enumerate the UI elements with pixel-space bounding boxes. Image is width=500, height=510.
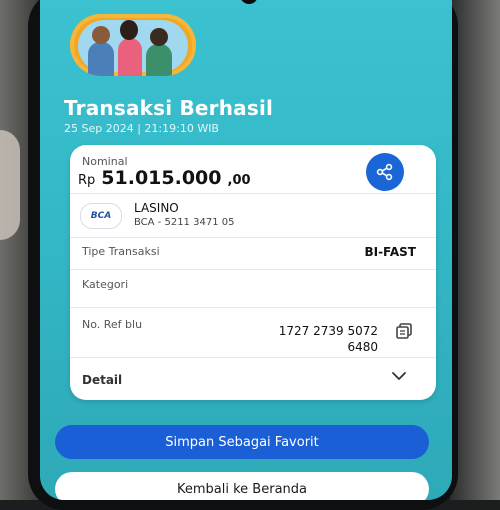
finger [0,130,20,240]
recipient-name: LASINO [134,201,179,215]
bank-logo: BCA [80,203,122,229]
illustration-person [146,44,172,76]
tipe-transaksi-value: BI-FAST [364,245,416,259]
illustration-head [120,20,138,40]
camera-notch [240,0,258,4]
back-to-home-button[interactable]: Kembali ke Beranda [55,472,429,500]
divider [70,193,436,194]
illustration-person [88,42,114,76]
ref-label: No. Ref blu [82,318,143,331]
chevron-down-icon[interactable] [390,367,408,385]
ref-value: 1727 2739 5072 6480 [260,323,378,355]
divider [70,307,436,308]
copy-icon[interactable] [395,322,413,340]
recipient-account: BCA - 5211 3471 05 [134,217,235,228]
amount: Rp 51.015.000 ,00 [78,167,251,189]
share-button[interactable] [366,153,404,191]
tipe-transaksi-label: Tipe Transaksi [82,245,160,258]
amount-decimals: ,00 [227,173,251,188]
header-illustration [70,14,196,76]
detail-toggle-label[interactable]: Detail [82,373,122,387]
illustration-head [150,28,168,46]
app-screen: Transaksi Berhasil 25 Sep 2024 | 21:19:1… [40,0,452,500]
currency: Rp [78,173,96,188]
illustration-person [118,38,142,76]
amount-value: 51.015.000 [101,167,222,189]
ref-value-line1: 1727 2739 5072 [278,324,378,338]
divider [70,269,436,270]
ref-value-line2: 6480 [347,340,378,354]
bank-logo-text: BCA [90,211,112,221]
illustration-head [92,26,110,44]
save-favorite-button[interactable]: Simpan Sebagai Favorit [55,425,429,459]
kategori-label: Kategori [82,278,129,291]
transaction-card: Nominal Rp 51.015.000,00 BCA LASINO BCA … [70,145,436,400]
divider [70,357,436,358]
share-icon [376,163,393,181]
transaction-datetime: 25 Sep 2024 | 21:19:10 WIB [64,122,219,135]
divider [70,237,436,238]
page-title: Transaksi Berhasil [64,96,274,120]
